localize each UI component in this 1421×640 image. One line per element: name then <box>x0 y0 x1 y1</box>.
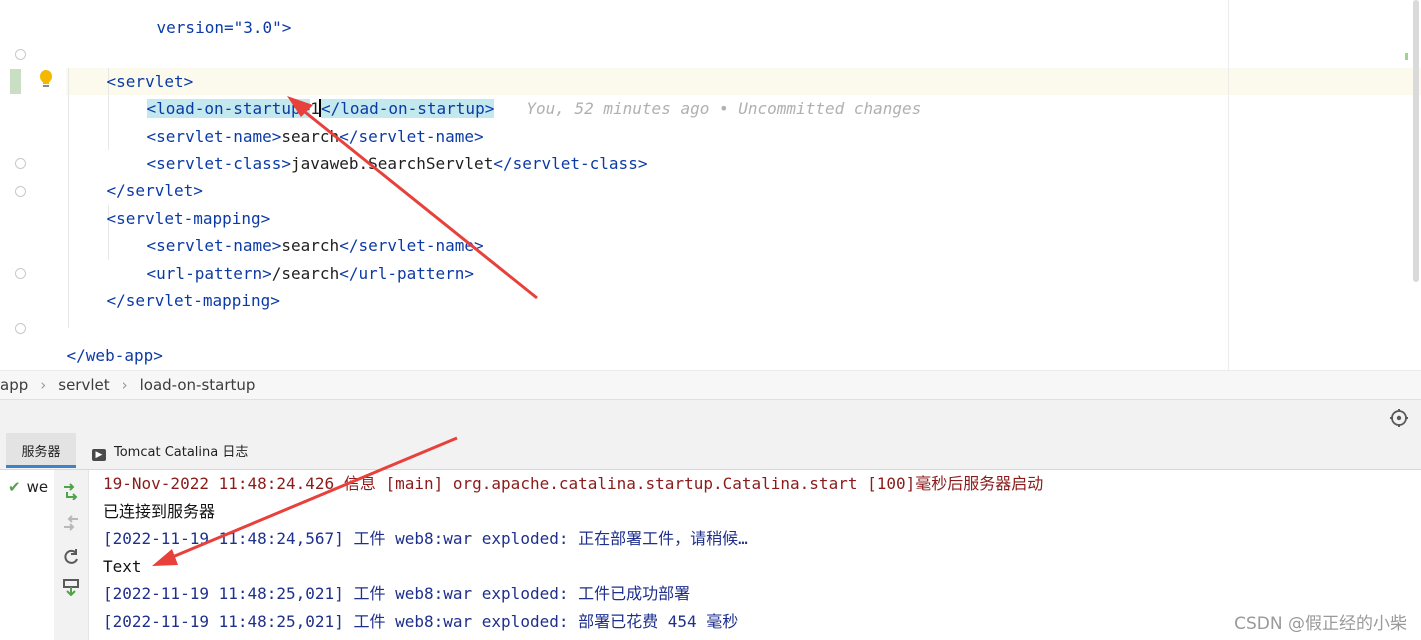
breadcrumb: app › servlet › load-on-startup <box>0 370 1421 400</box>
server-tree[interactable]: ✔ we <box>0 470 55 640</box>
code-line[interactable]: <servlet> <box>68 41 194 91</box>
breadcrumb-item-app[interactable]: app <box>0 376 28 394</box>
code-line[interactable]: </servlet-mapping> <box>68 260 280 310</box>
fold-marker-icon[interactable] <box>15 323 26 334</box>
console-line: 19-Nov-2022 11:48:24.426 信息 [main] org.a… <box>103 474 1044 493</box>
lightbulb-icon[interactable] <box>37 69 55 91</box>
redeploy-icon[interactable] <box>62 514 80 532</box>
code-line[interactable]: </web-app> <box>28 315 163 365</box>
editor-scrollbar[interactable] <box>1413 0 1419 282</box>
console-line: 已连接到服务器 <box>103 502 216 521</box>
code-line[interactable]: <servlet-name>search</servlet-name> <box>108 205 484 255</box>
vcs-change-marker[interactable] <box>10 69 21 94</box>
code-line[interactable]: version="3.0"> <box>118 0 292 37</box>
console-line: [2022-11-19 11:48:25,021] 工件 web8:war ex… <box>103 584 691 603</box>
console-output[interactable]: 19-Nov-2022 11:48:24.426 信息 [main] org.a… <box>89 470 1421 640</box>
deploy-icon[interactable] <box>62 578 80 596</box>
scrollbar-change-marker[interactable] <box>1405 53 1408 60</box>
refresh-icon[interactable] <box>62 548 80 566</box>
xml-tag: </web-app> <box>66 346 163 365</box>
code-line[interactable]: <servlet-mapping> <box>68 178 271 228</box>
console-line: [2022-11-19 11:48:25,021] 工件 web8:war ex… <box>103 612 739 631</box>
breadcrumb-item-load-on-startup[interactable]: load-on-startup <box>140 376 256 394</box>
watermark: CSDN @假正经的小柴 <box>1234 614 1407 634</box>
fold-marker-icon[interactable] <box>15 186 26 197</box>
terminal-icon: ▶ <box>92 449 106 461</box>
chevron-right-icon: › <box>40 376 47 394</box>
tab-tomcat-catalina-log[interactable]: ▶ Tomcat Catalina 日志 <box>92 433 248 468</box>
fold-marker-icon[interactable] <box>15 158 26 169</box>
settings-icon[interactable] <box>1389 408 1409 428</box>
check-icon: ✔ <box>8 478 21 496</box>
xml-tag: </url-pattern> <box>339 264 475 283</box>
tool-window-header <box>0 399 1421 434</box>
git-blame-inlay: You, 52 minutes ago • Uncommitted change… <box>526 99 922 118</box>
code-line[interactable]: </servlet> <box>68 150 203 200</box>
code-line[interactable]: <url-pattern>/search</url-pattern> <box>108 233 475 283</box>
chevron-right-icon: › <box>121 376 128 394</box>
xml-tag: </servlet-mapping> <box>106 291 280 310</box>
tag-value: /search <box>271 264 340 283</box>
console-line: [2022-11-19 11:48:24,567] 工件 web8:war ex… <box>103 529 748 548</box>
code-line[interactable]: <servlet-class>javaweb.SearchServlet</se… <box>108 123 648 173</box>
server-toolbar <box>54 470 89 640</box>
code-line[interactable]: <servlet-name>search</servlet-name> <box>108 96 484 146</box>
code-editor[interactable]: version="3.0"> <servlet> <load-on-startu… <box>0 0 1421 370</box>
tool-window-tabs: 服务器 ▶ Tomcat Catalina 日志 <box>0 433 1421 470</box>
tag-value: javaweb.SearchServlet <box>291 154 494 173</box>
xml-tag: </servlet-class> <box>493 154 648 173</box>
server-tree-item[interactable]: ✔ we <box>8 478 48 496</box>
tab-servers[interactable]: 服务器 <box>6 433 76 468</box>
breadcrumb-item-servlet[interactable]: servlet <box>58 376 109 394</box>
fold-marker-icon[interactable] <box>15 49 26 60</box>
fold-marker-icon[interactable] <box>15 268 26 279</box>
update-app-icon[interactable] <box>62 482 80 500</box>
console-line: Text <box>103 557 142 576</box>
code-line-current[interactable]: <load-on-startup>1</load-on-startup> You,… <box>108 68 921 118</box>
right-margin-guide <box>1228 0 1229 370</box>
